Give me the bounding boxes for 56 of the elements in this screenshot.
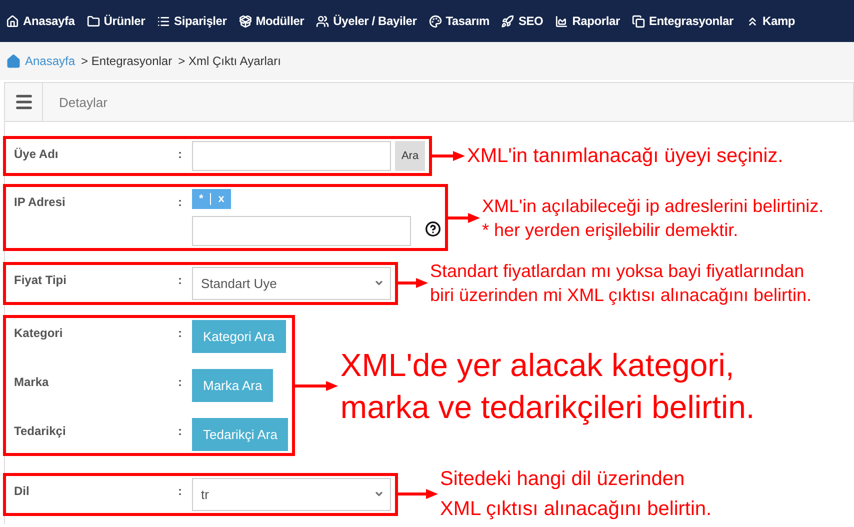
palette-icon xyxy=(428,14,442,28)
rocket-icon xyxy=(501,14,514,28)
select-field[interactable]: Standart Uye xyxy=(192,266,391,300)
nav-item[interactable]: Entegrasyonlar xyxy=(632,14,734,28)
nav-item[interactable]: Tasarım xyxy=(428,14,490,28)
annotation-text: XML'in tanımlanacağı üyeyi seçiniz. xyxy=(467,144,784,168)
colon: : xyxy=(178,325,183,340)
nav-item[interactable]: Modüller xyxy=(238,14,304,28)
home-icon xyxy=(6,54,21,68)
copy-icon xyxy=(632,14,645,28)
panel-title: Detaylar xyxy=(58,94,108,112)
nav-item[interactable]: Ürünler xyxy=(86,14,146,28)
annotation-text: Standart fiyatlardan mı yoksa bayi fiyatlarından xyxy=(430,260,806,283)
field-label: Marka xyxy=(13,374,50,389)
ip-input[interactable] xyxy=(192,216,411,246)
users-icon xyxy=(316,14,330,28)
nav-item[interactable]: Siparişler xyxy=(157,14,227,28)
annotation-text: biri üzerinden mi XML çıktısı alınacağını belirtin. xyxy=(430,284,812,307)
colon: : xyxy=(178,482,183,498)
annotation-text: marka ve tedarikçileri belirtin. xyxy=(340,388,755,427)
nav-item[interactable]: Üyeler / Bayiler xyxy=(316,14,417,28)
field-label: IP Adresi xyxy=(13,194,66,209)
nav-item[interactable]: Kamp xyxy=(746,14,796,28)
breadcrumb-link[interactable]: > Xml Çıktı Ayarları xyxy=(178,54,281,68)
nav-item[interactable]: SEO xyxy=(501,14,544,28)
nav-item[interactable]: Anasayfa xyxy=(6,14,75,28)
field-label: Dil xyxy=(13,482,30,498)
colon: : xyxy=(178,146,183,161)
colon: : xyxy=(178,272,183,286)
home-icon xyxy=(6,14,19,28)
nav-item[interactable]: Raporlar xyxy=(555,14,620,28)
colon: : xyxy=(178,374,183,389)
annotation-text: Sitedeki hangi dil üzerinden xyxy=(440,467,686,492)
field-label: Tedarikçi xyxy=(13,423,67,438)
tag-text: * xyxy=(198,192,204,207)
breadcrumb-link[interactable]: > Entegrasyonlar xyxy=(81,54,172,68)
list-icon xyxy=(157,14,170,28)
annotation-text: * her yerden erişilebilir demektir. xyxy=(482,218,740,242)
chart-icon xyxy=(555,14,568,28)
colon: : xyxy=(178,423,183,438)
annotation-text: XML'de yer alacak kategori, xyxy=(340,346,736,385)
select-field[interactable]: tr xyxy=(192,478,391,510)
dropdown-icon xyxy=(374,278,384,288)
field-label: Üye Adı xyxy=(13,146,60,161)
text-input[interactable] xyxy=(192,141,391,171)
help-icon[interactable] xyxy=(425,220,441,236)
box-icon xyxy=(238,14,252,28)
annotation-text: XML'in açılabileceği ip adreslerini belirtiniz. xyxy=(482,194,824,218)
folder-icon xyxy=(86,14,100,28)
field-label: Fiyat Tipi xyxy=(13,272,68,286)
dropdown-icon xyxy=(374,489,384,499)
colon: : xyxy=(178,194,183,209)
search-button[interactable]: Ara xyxy=(395,141,425,171)
field-label: Kategori xyxy=(13,325,64,340)
menu-icon[interactable] xyxy=(14,92,34,112)
annotation-text: XML çıktısı alınacağını belirtin. xyxy=(440,497,712,522)
